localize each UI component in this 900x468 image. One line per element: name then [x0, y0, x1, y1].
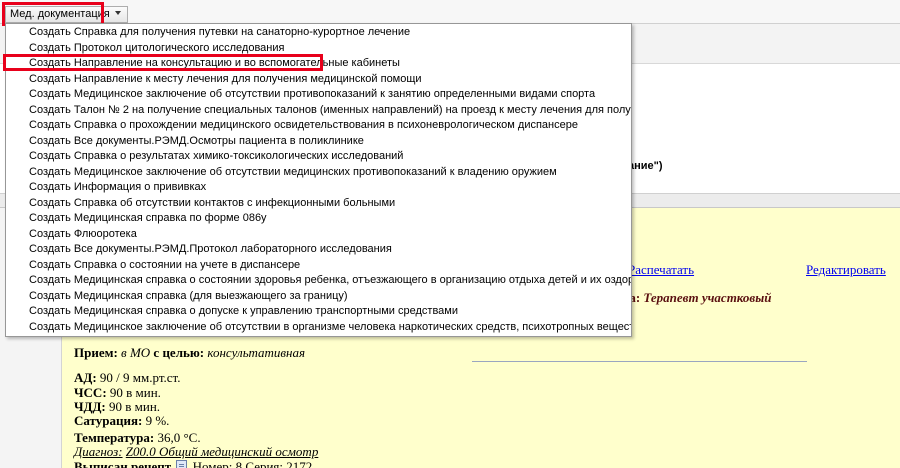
menu-item[interactable]: Создать Медицинская справка о состоянии …: [6, 273, 631, 289]
menu-item[interactable]: Создать Справка об отсутствии контактов …: [6, 196, 631, 212]
menu-item-consultation-referral[interactable]: Создать Направление на консультацию и во…: [6, 56, 631, 72]
diagnosis-row: Диагноз: Z00.0 Общий медицинский осмотр: [74, 444, 318, 460]
temperature-label: Температура:: [74, 430, 155, 445]
menu-button-label: Мед. документация: [10, 8, 110, 20]
menu-item[interactable]: Создать Справка о состоянии на учете в д…: [6, 258, 631, 274]
menu-item[interactable]: Создать Информация о прививках: [6, 180, 631, 196]
menu-item[interactable]: Создать Медицинское заключение об отсутс…: [6, 165, 631, 181]
prescription-value: Номер: 8 Серия: 2172.: [192, 459, 316, 468]
menu-item[interactable]: Создать Справка для получения путевки на…: [6, 25, 631, 41]
rr-value: 90 в мин.: [109, 399, 161, 414]
reception-label: Прием:: [74, 345, 118, 360]
doctor-specialty: Терапевт участковый: [643, 290, 772, 305]
menu-item[interactable]: Создать Протокол цитологического исследо…: [6, 41, 631, 57]
doctor-specialty-line: ча: Терапевт участковый: [622, 290, 771, 306]
menu-item[interactable]: Создать Флюоротека: [6, 227, 631, 243]
reception-place: в МО: [121, 345, 151, 360]
chevron-down-icon: [114, 11, 121, 15]
bp-label: АД:: [74, 370, 97, 385]
prescription-document-icon[interactable]: [176, 460, 188, 468]
create-document-dropdown: Создать Справка для получения путевки на…: [5, 23, 632, 337]
hr-label: ЧСС:: [74, 385, 107, 400]
menu-item[interactable]: Создать Справка о прохождении медицинско…: [6, 118, 631, 134]
menu-item[interactable]: Создать Медицинская справка о допуске к …: [6, 304, 631, 320]
info-panel-text-fragment: ание"): [628, 160, 663, 172]
reception-row: Прием: в МО с целью: консультативная: [74, 345, 305, 361]
menu-item[interactable]: Создать Медицинское заключение об отсутс…: [6, 87, 631, 103]
temperature-value: 36,0 °С.: [157, 430, 201, 445]
edit-link[interactable]: Редактировать: [806, 262, 886, 278]
menu-item[interactable]: Создать Направление к месту лечения для …: [6, 72, 631, 88]
menu-item[interactable]: Создать Справка о результатах химико-ток…: [6, 149, 631, 165]
spo2-row: Сатурация: 9 %.: [74, 413, 169, 429]
bp-row: АД: 90 / 9 мм.рт.ст.: [74, 370, 181, 386]
menu-item[interactable]: Создать Все документы.РЭМД.Протокол лабо…: [6, 242, 631, 258]
bp-value: 90 / 9 мм.рт.ст.: [99, 370, 181, 385]
app-top-bar: [0, 0, 900, 24]
prescription-label: Выписан рецепт: [74, 459, 172, 468]
menu-item[interactable]: Создать Талон № 2 на получение специальн…: [6, 103, 631, 119]
med-documentation-menu-button[interactable]: Мед. документация: [5, 6, 128, 23]
diagnosis-label: Диагноз:: [74, 444, 123, 459]
rr-label: ЧДД:: [74, 399, 106, 414]
divider-line: [472, 361, 807, 362]
print-link[interactable]: Распечатать: [628, 262, 694, 278]
menu-item[interactable]: Создать Медицинское заключение об отсутс…: [6, 320, 631, 336]
spo2-value: 9 %.: [145, 413, 170, 428]
diagnosis-value: Z00.0 Общий медицинский осмотр: [125, 444, 319, 459]
menu-item[interactable]: Создать Медицинская справка (для выезжаю…: [6, 289, 631, 305]
menu-item[interactable]: Создать Все документы.РЭМД.Осмотры пацие…: [6, 134, 631, 150]
reception-mid-label: с целью:: [153, 345, 205, 360]
reception-goal: консультативная: [207, 345, 306, 360]
spo2-label: Сатурация:: [74, 413, 143, 428]
prescription-row: Выписан рецепт Номер: 8 Серия: 2172.: [74, 459, 316, 468]
menu-item[interactable]: Создать Медицинская справка по форме 086…: [6, 211, 631, 227]
hr-value: 90 в мин.: [109, 385, 161, 400]
